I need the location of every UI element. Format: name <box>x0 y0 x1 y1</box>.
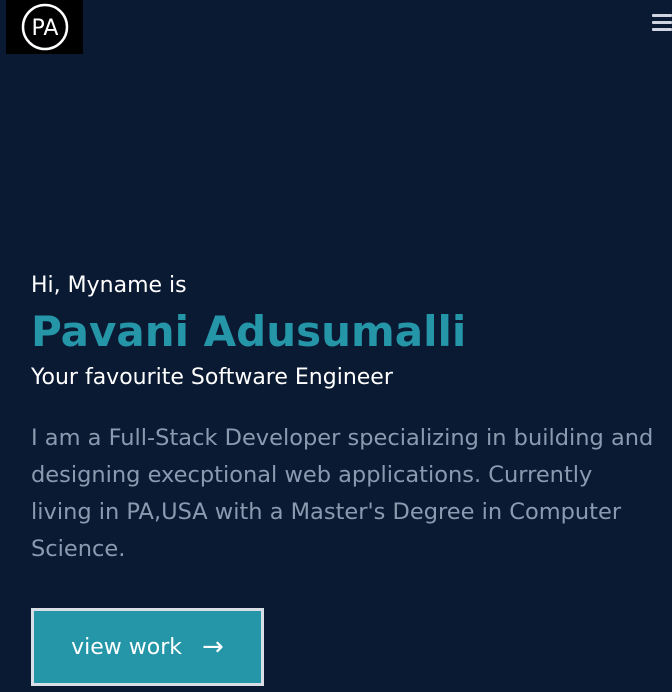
pa-logo-icon: PA <box>21 3 68 51</box>
hero-name: Pavani Adusumalli <box>31 307 467 356</box>
hero-section: Hi, Myname is Pavani Adusumalli Your fav… <box>31 270 653 568</box>
menu-bar-middle <box>652 21 672 24</box>
hamburger-menu-icon[interactable] <box>650 12 672 34</box>
logo[interactable]: PA <box>6 0 83 54</box>
hero-greeting: Hi, Myname is <box>31 273 187 298</box>
view-work-button[interactable]: view work → <box>31 608 264 686</box>
hero-bio: I am a Full-Stack Developer specializing… <box>31 425 654 562</box>
svg-text:PA: PA <box>31 16 58 41</box>
page: PA Hi, Myname is Pavani Adusumalli Your … <box>0 0 672 692</box>
hero-role: Your favourite Software Engineer <box>31 365 393 390</box>
view-work-label: view work <box>71 634 183 660</box>
arrow-right-icon: → <box>202 632 224 662</box>
menu-bar-top <box>652 14 672 17</box>
menu-bar-bottom <box>652 28 672 31</box>
